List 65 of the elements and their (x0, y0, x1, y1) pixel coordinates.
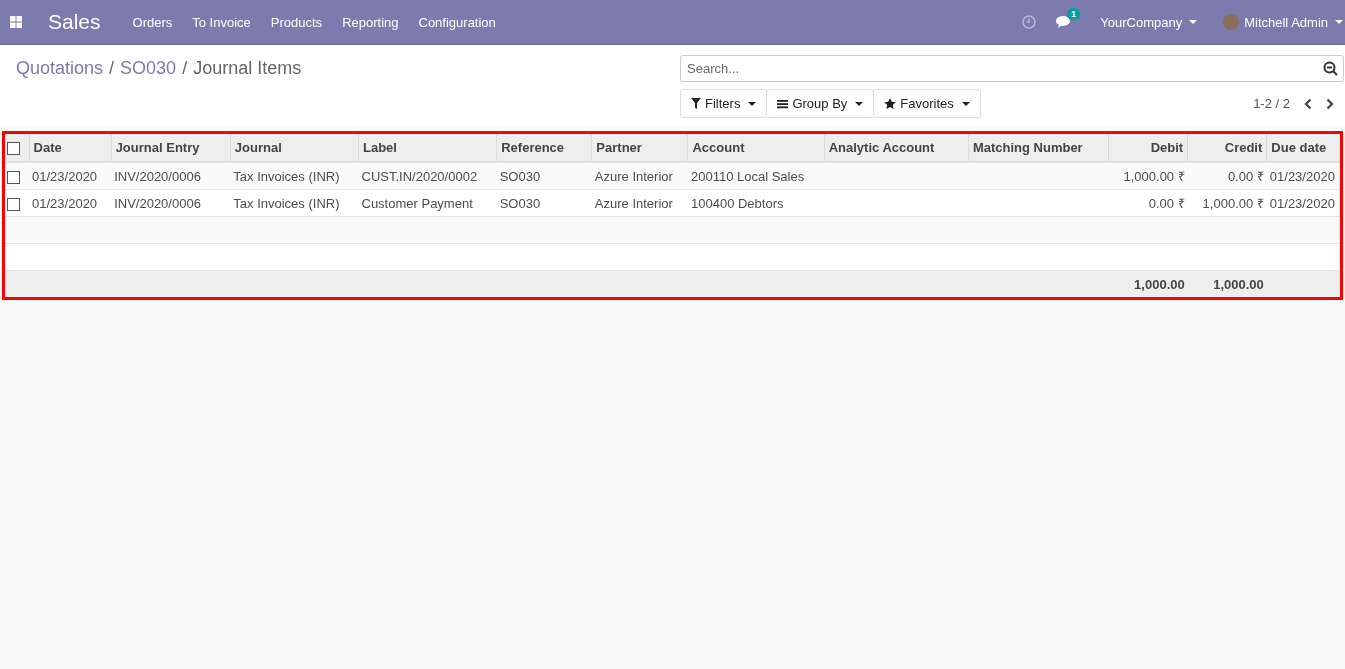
table-cell: Customer Payment (361, 195, 473, 211)
breadcrumb-current: Journal Items (193, 58, 302, 79)
search-option-button[interactable]: Favorites (873, 89, 981, 118)
select-all-checkbox[interactable] (7, 142, 20, 156)
table-cell: 1,000.00 ₹ (1123, 169, 1185, 184)
search-option-button[interactable]: Filters (680, 89, 768, 118)
breadcrumb-link[interactable]: Quotations (16, 58, 104, 79)
column-header[interactable]: Credit (1187, 134, 1267, 162)
menu-item[interactable]: Configuration (418, 14, 496, 30)
column-header[interactable]: Debit (1108, 134, 1188, 162)
table-cell: 0.00 ₹ (1227, 169, 1264, 184)
user-avatar (1223, 14, 1240, 30)
list-icon (777, 98, 789, 109)
search-option-button[interactable]: Group By (766, 89, 875, 118)
message-count-badge: 1 (1067, 8, 1081, 20)
table-cell: 01/23/2020 (32, 195, 98, 211)
column-total: 1,000.00 (1213, 276, 1264, 292)
table-cell: Tax Invoices (INR) (233, 168, 340, 184)
table-cell: Azure Interior (594, 195, 673, 211)
filter-icon (691, 98, 701, 109)
table-cell: 0.00 ₹ (1148, 196, 1185, 211)
column-header[interactable]: Reference (496, 134, 592, 162)
table-cell: 100400 Debtors (691, 195, 784, 211)
column-header[interactable]: Journal Entry (111, 134, 231, 162)
column-header[interactable]: Partner (591, 134, 688, 162)
star-icon (884, 98, 897, 109)
column-header[interactable]: Analytic Account (824, 134, 969, 162)
search-icon[interactable] (1323, 61, 1338, 76)
table-cell: 01/23/2020 (1269, 168, 1335, 184)
breadcrumb-separator: / (109, 58, 115, 79)
table-cell: 01/23/2020 (32, 168, 98, 184)
menu-item[interactable]: Products (270, 14, 323, 30)
column-header[interactable]: Matching Number (968, 134, 1109, 162)
column-header[interactable]: Account (688, 134, 825, 162)
app-title: Sales (48, 10, 101, 34)
table-cell: Tax Invoices (INR) (233, 195, 340, 211)
column-header[interactable]: Due date (1266, 134, 1340, 162)
chat-icon[interactable] (1056, 15, 1073, 29)
table-cell: 200110 Local Sales (691, 168, 805, 184)
breadcrumb-separator: / (182, 58, 188, 79)
breadcrumb-link[interactable]: SO030 (120, 58, 177, 79)
next-page-icon[interactable] (1326, 97, 1334, 110)
table-cell: SO030 (499, 168, 541, 184)
table-cell: 1,000.00 ₹ (1202, 196, 1264, 211)
table-cell: Azure Interior (594, 168, 673, 184)
column-header[interactable]: Journal (230, 134, 359, 162)
table-cell: CUST.IN/2020/0002 (361, 168, 478, 184)
table-cell: INV/2020/0006 (114, 195, 201, 211)
table-cell: SO030 (499, 195, 541, 211)
previous-page-icon[interactable] (1304, 97, 1312, 110)
column-header[interactable]: Label (358, 134, 497, 162)
pager-value: 1-2 / 2 (1253, 96, 1290, 111)
row-checkbox[interactable] (7, 197, 20, 211)
column-total: 1,000.00 (1134, 276, 1185, 292)
company-switcher[interactable]: YourCompany (1100, 14, 1198, 30)
column-header[interactable]: Date (29, 134, 112, 162)
table-cell: INV/2020/0006 (114, 168, 201, 184)
search-field[interactable]: Search... (680, 55, 1344, 82)
menu-item[interactable]: Reporting (342, 14, 399, 30)
apps-grid-icon[interactable] (10, 16, 22, 28)
table-cell: 01/23/2020 (1269, 195, 1335, 211)
user-menu[interactable]: Mitchell Admin (1244, 14, 1343, 30)
menu-item[interactable]: To Invoice (192, 14, 251, 30)
menu-item[interactable]: Orders (132, 14, 173, 30)
row-checkbox[interactable] (7, 170, 20, 184)
